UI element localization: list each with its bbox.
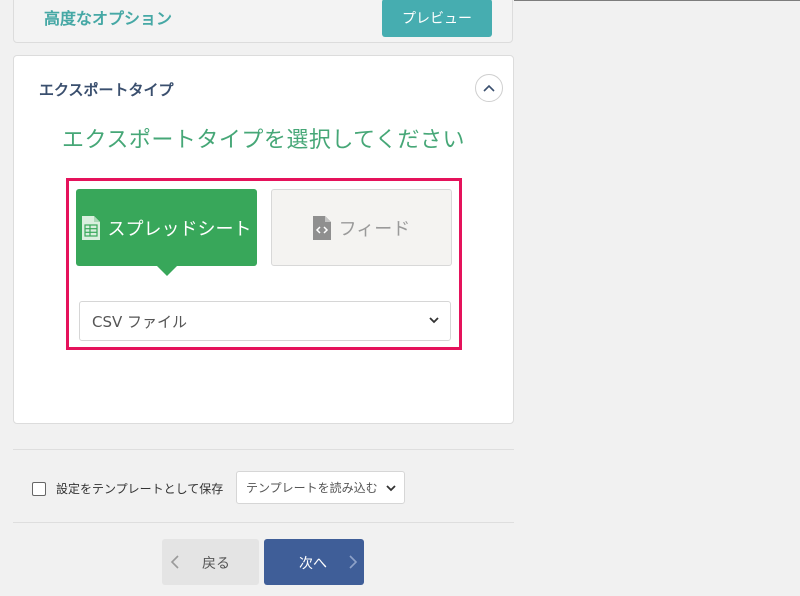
divider [13,522,514,523]
collapse-button[interactable] [475,74,503,102]
spreadsheet-type-button[interactable]: スプレッドシート [76,189,257,276]
feed-type-label: フィード [338,218,411,240]
next-button[interactable]: 次へ [264,539,364,585]
chevron-left-icon [170,555,179,569]
feed-type-button[interactable]: フィード [271,189,452,266]
export-type-title: エクスポートタイプ [39,81,174,99]
spreadsheet-type-label: スプレッドシート [107,218,252,240]
file-format-select[interactable]: CSV ファイル [79,301,451,341]
load-template-select[interactable]: テンプレートを読み込む [236,471,405,504]
advanced-options-panel: 高度なオプション プレビュー [13,0,513,43]
export-type-highlight: スプレッドシート フィード CSV ファイル [66,178,462,350]
save-template-row: 設定をテンプレートとして保存 [32,480,223,497]
preview-button[interactable]: プレビュー [382,0,492,37]
code-file-icon [312,215,331,240]
divider [13,449,514,450]
export-type-panel: エクスポートタイプ エクスポートタイプを選択してください スプレッドシート フィ… [13,55,514,424]
load-template-value: テンプレートを読み込む [246,481,378,495]
chevron-right-icon [349,555,358,569]
next-button-label: 次へ [299,556,327,572]
advanced-options-title[interactable]: 高度なオプション [44,5,172,29]
save-template-label[interactable]: 設定をテンプレートとして保存 [56,480,223,497]
chevron-down-icon [429,317,439,324]
export-type-heading: エクスポートタイプを選択してください [61,128,466,153]
chevron-up-icon [483,84,495,92]
spreadsheet-file-icon [81,215,100,240]
save-template-checkbox[interactable] [32,481,46,496]
file-format-value: CSV ファイル [92,312,188,331]
chevron-down-icon [386,485,396,492]
back-button[interactable]: 戻る [162,539,259,585]
window-edge-line [514,0,800,1]
back-button-label: 戻る [202,556,230,572]
